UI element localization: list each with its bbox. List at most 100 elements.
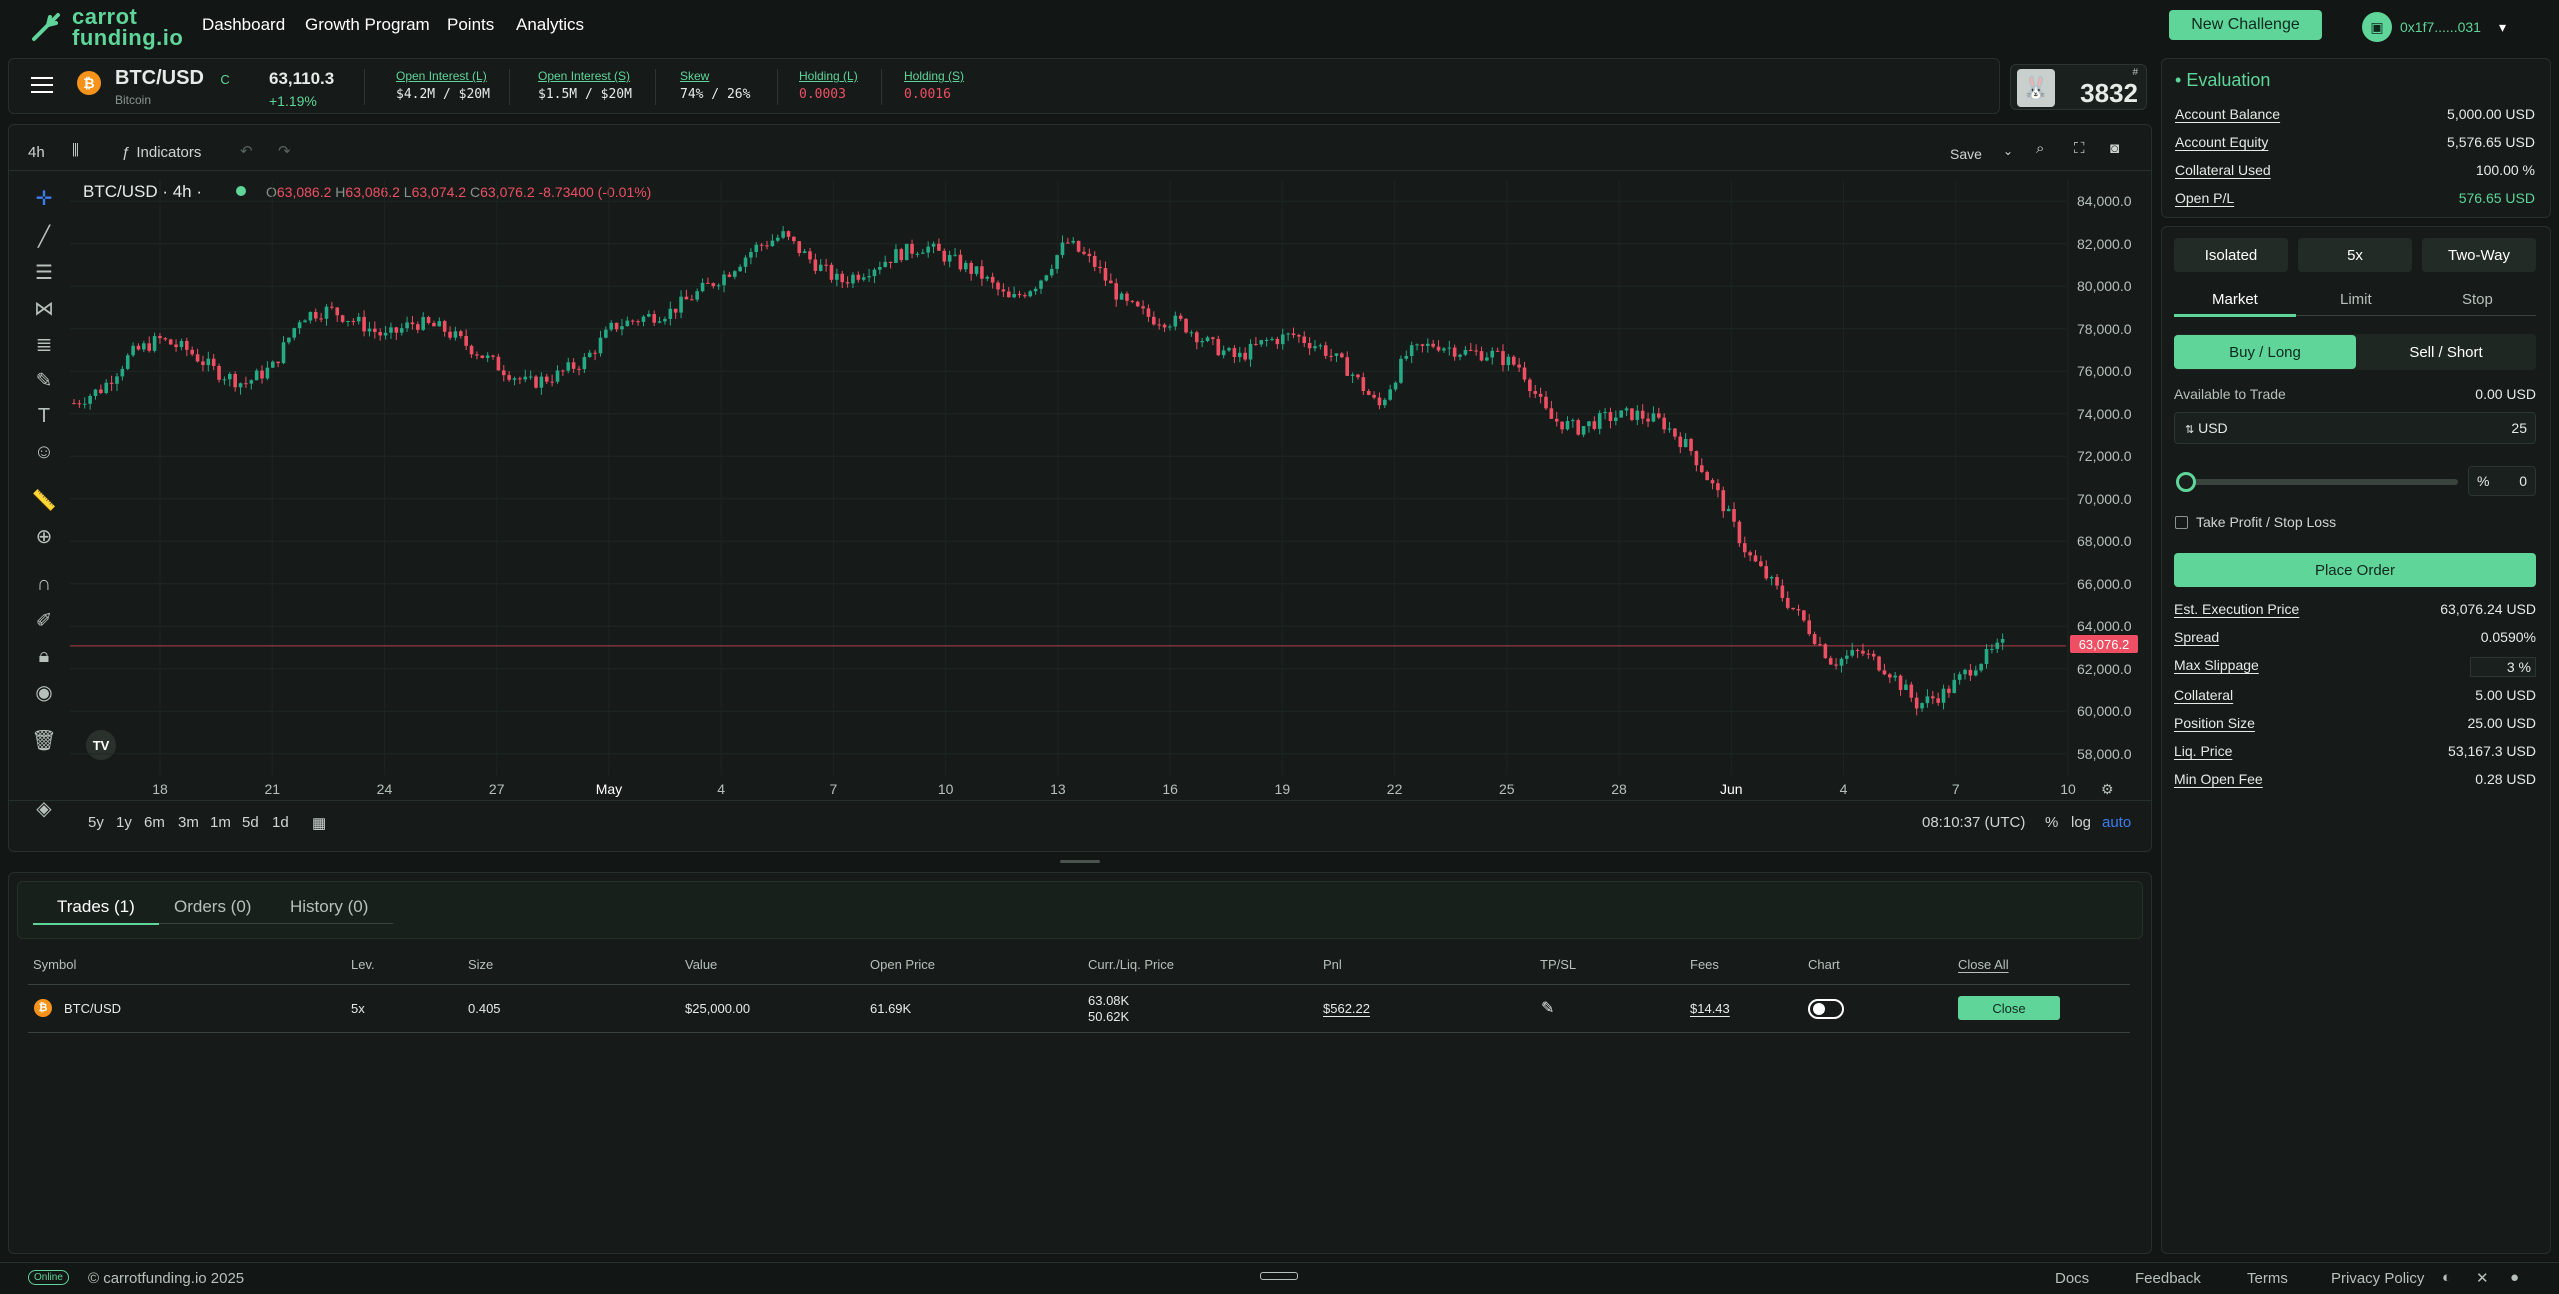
swap-icon: ⇅ (2185, 424, 2195, 436)
candle (716, 285, 721, 287)
log-toggle[interactable]: log (2071, 814, 2091, 831)
range-5d[interactable]: 5d (242, 814, 259, 831)
order-type-stop[interactable]: Stop (2462, 291, 2493, 308)
candle (1200, 341, 1204, 343)
available-to-trade: Available to Trade 0.00 USD (2174, 386, 2536, 402)
slippage-input[interactable]: 3 % (2469, 657, 2536, 677)
candle (1109, 280, 1113, 284)
eval-account-equity: Account Equity 5,576.65 USD (2175, 134, 2535, 150)
candle (1447, 347, 1452, 349)
range-1m[interactable]: 1m (210, 814, 231, 831)
candle (931, 243, 936, 247)
tab-orders[interactable]: Orders (0) (174, 897, 251, 917)
candle (346, 320, 350, 322)
date-range-calendar-icon[interactable]: ▦ (312, 814, 326, 832)
candle (673, 308, 678, 313)
utc-clock[interactable]: 08:10:37 (UTC) (1922, 814, 2025, 831)
candle (1624, 408, 1629, 411)
candle (641, 316, 646, 322)
candle (1818, 644, 1822, 646)
candle (1963, 669, 1967, 675)
margin-mode-button[interactable]: Isolated (2174, 238, 2288, 272)
tpsl-checkbox[interactable] (2175, 516, 2188, 529)
candle (861, 277, 866, 280)
slider-thumb[interactable] (2176, 472, 2196, 492)
candle (1683, 438, 1688, 448)
candle (292, 328, 297, 338)
github-icon[interactable]: ● (2510, 1269, 2519, 1286)
resize-handle[interactable] (1060, 860, 1100, 863)
range-6m[interactable]: 6m (144, 814, 165, 831)
candle (518, 378, 522, 380)
order-type-market[interactable]: Market (2212, 291, 2258, 308)
candle (759, 244, 764, 246)
candle (921, 252, 925, 254)
amount-value: 25 (2511, 420, 2527, 436)
candle (625, 320, 630, 327)
place-order-button[interactable]: Place Order (2174, 553, 2536, 587)
candle (206, 358, 211, 366)
range-1d[interactable]: 1d (272, 814, 289, 831)
percent-input[interactable]: % 0 (2468, 466, 2536, 496)
candle (1232, 348, 1237, 358)
candle (324, 306, 329, 319)
candle (582, 357, 587, 370)
date-tick-label: 22 (1386, 781, 1403, 797)
candle (1995, 642, 2000, 649)
candle (1420, 344, 1425, 346)
candle (652, 314, 656, 323)
detail-max-slippage: Max Slippage 3 % (2174, 657, 2536, 677)
currency-switch[interactable]: ⇅ USD (2185, 420, 2228, 436)
candle (136, 345, 141, 350)
candle (1764, 566, 1769, 579)
sell-short-button[interactable]: Sell / Short (2356, 335, 2536, 369)
col-pnl: Pnl (1323, 957, 1342, 972)
candle (1893, 675, 1897, 678)
candle (1211, 337, 1215, 339)
price-tick-label: 70,000.0 (2077, 490, 2132, 507)
candle (937, 243, 941, 251)
footer-privacy[interactable]: Privacy Policy (2331, 1270, 2424, 1287)
candle (1909, 684, 1914, 698)
footer-feedback[interactable]: Feedback (2135, 1270, 2201, 1287)
chart-toggle[interactable] (1808, 999, 1844, 1019)
percent-toggle[interactable]: % (2045, 814, 2058, 831)
leverage-button[interactable]: 5x (2298, 238, 2412, 272)
close-all-button[interactable]: Close All (1958, 957, 2009, 972)
size-slider[interactable] (2176, 472, 2458, 492)
candle (507, 375, 511, 380)
candle (1458, 354, 1462, 357)
edit-tpsl-icon[interactable]: ✎ (1541, 998, 1554, 1018)
close-position-button[interactable]: Close (1958, 996, 2060, 1020)
position-mode-button[interactable]: Two-Way (2422, 238, 2536, 272)
amount-field[interactable]: ⇅ USD 25 (2174, 412, 2536, 444)
candle (663, 318, 667, 322)
drawer-handle[interactable] (1260, 1272, 1298, 1280)
detail-collateral: Collateral 5.00 USD (2174, 687, 2536, 703)
candle (77, 403, 82, 405)
range-3m[interactable]: 3m (178, 814, 199, 831)
axis-settings-icon[interactable]: ⚙ (2101, 781, 2114, 798)
price-tick-label: 78,000.0 (2077, 320, 2132, 337)
footer-docs[interactable]: Docs (2055, 1270, 2089, 1287)
candle (1372, 394, 1376, 398)
candle (996, 282, 1000, 290)
range-5y[interactable]: 5y (88, 814, 104, 831)
candle (1366, 390, 1371, 395)
candle (1205, 337, 1210, 342)
tab-history[interactable]: History (0) (290, 897, 368, 917)
candle (99, 389, 103, 393)
candle (1823, 644, 1828, 659)
buy-long-button[interactable]: Buy / Long (2174, 335, 2356, 369)
range-1y[interactable]: 1y (116, 814, 132, 831)
candle (598, 337, 603, 354)
discord-icon[interactable]: ◐ (2442, 1269, 2451, 1286)
footer-terms[interactable]: Terms (2247, 1270, 2288, 1287)
candle (1517, 364, 1521, 368)
x-icon[interactable]: ✕ (2476, 1269, 2489, 1287)
tab-trades[interactable]: Trades (1) (57, 897, 135, 917)
order-type-limit[interactable]: Limit (2340, 291, 2372, 308)
col-open-price: Open Price (870, 957, 936, 972)
auto-toggle[interactable]: auto (2102, 814, 2131, 831)
row-fees[interactable]: $14.43 (1690, 1001, 1730, 1016)
